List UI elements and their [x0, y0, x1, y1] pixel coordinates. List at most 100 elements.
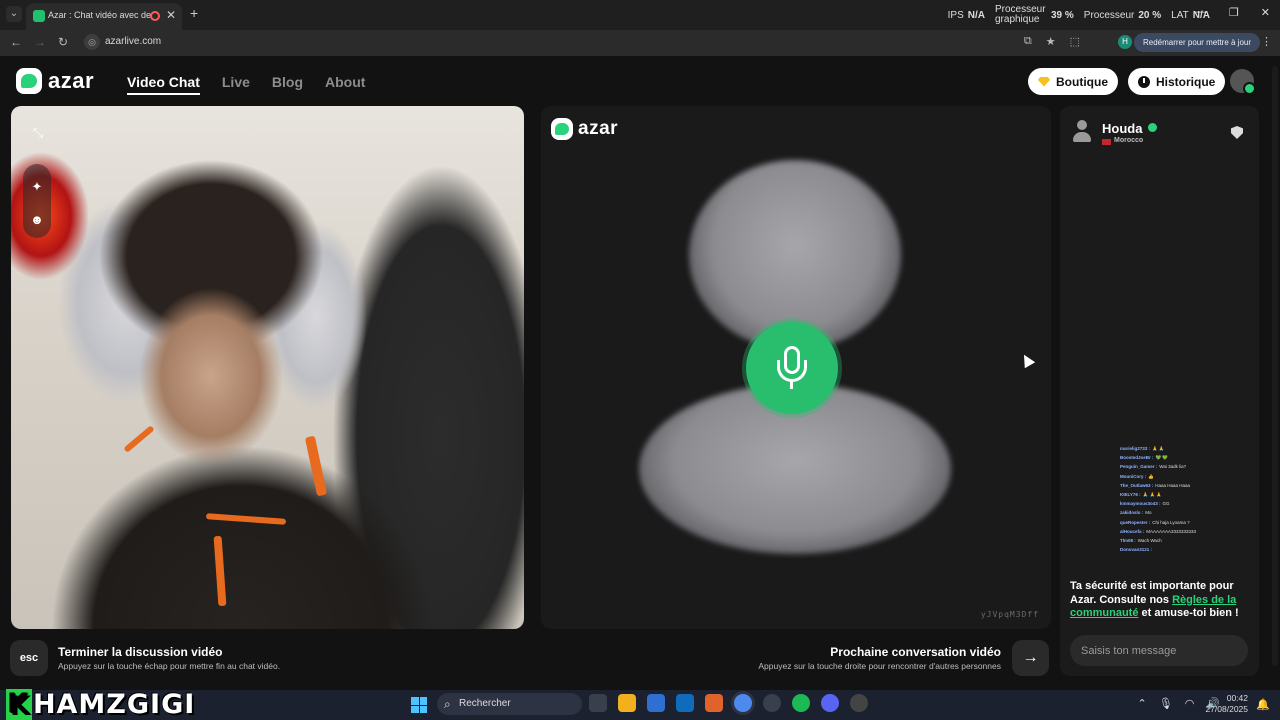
- stream-chat-line: MouniCory : 👍: [1120, 472, 1206, 481]
- stream-chat-user: zakidoslo :: [1120, 510, 1144, 516]
- morocco-flag-icon: [1102, 139, 1111, 145]
- browser-menu-icon[interactable]: ⋮: [1261, 35, 1272, 48]
- stream-chat-user: Tlm08 :: [1120, 538, 1136, 544]
- reload-icon[interactable]: ↻: [58, 35, 68, 49]
- microphone-button[interactable]: [746, 322, 838, 414]
- azar-logo[interactable]: azar: [16, 68, 94, 94]
- clock-time: 00:42: [1226, 693, 1248, 703]
- bookmark-star-icon[interactable]: ★: [1046, 35, 1056, 48]
- windows-start-icon[interactable]: [411, 697, 427, 713]
- report-shield-icon[interactable]: [1231, 126, 1243, 139]
- stream-chat-text: 👍: [1148, 473, 1154, 479]
- partner-video: azar yJVpqM3Dff: [541, 106, 1051, 629]
- new-tab-icon[interactable]: +: [190, 5, 198, 21]
- watermark-initial: K: [6, 688, 32, 720]
- obs-icon[interactable]: [763, 694, 781, 712]
- next-chat-arrow-button[interactable]: →: [1012, 640, 1049, 676]
- stream-chat-line: zakidoslo : Mo: [1120, 508, 1206, 517]
- gem-icon: [1038, 76, 1050, 87]
- extensions-icon[interactable]: ⬚: [1070, 35, 1080, 48]
- url-field[interactable]: azarlive.com: [105, 36, 161, 47]
- discord-icon[interactable]: [821, 694, 839, 712]
- partner-avatar-icon[interactable]: [1072, 120, 1092, 144]
- stream-chat-line: Penguin_Gamer : Wai 3adk lia?: [1120, 462, 1206, 471]
- browser-profile-avatar[interactable]: H: [1118, 35, 1132, 49]
- stream-chat-text: 🙏 🙏 🙏: [1142, 492, 1162, 498]
- stream-chat-line: The_Outlaw63 : Haaa Haaa Haaa: [1120, 481, 1206, 490]
- azar-logo-icon: [551, 118, 573, 140]
- wifi-icon[interactable]: ◠: [1185, 697, 1195, 710]
- stream-chat-line: queRopester : Chi haja Lyoama ?: [1120, 518, 1206, 527]
- app-a-icon[interactable]: [705, 694, 723, 712]
- browser-tab[interactable]: Azar : Chat vidéo avec de n ✕: [26, 3, 182, 30]
- restart-update-button[interactable]: Redémarrer pour mettre à jour: [1134, 33, 1260, 52]
- end-chat-title: Terminer la discussion vidéo: [58, 645, 223, 659]
- stream-chat-line: Tlm08 : Wach Wach: [1120, 536, 1206, 545]
- history-label: Historique: [1156, 74, 1216, 89]
- nav-blog[interactable]: Blog: [272, 74, 303, 95]
- stream-chat-text: Mo: [1145, 510, 1152, 516]
- browser-tab-bar: ⌄ Azar : Chat vidéo avec de n ✕ + IPS N/A…: [0, 0, 1280, 30]
- file-explorer-icon[interactable]: [618, 694, 636, 712]
- page-scrollbar[interactable]: [1272, 66, 1278, 666]
- tab-search-icon[interactable]: ⌄: [6, 6, 22, 22]
- face-filter-icon[interactable]: ☻: [26, 209, 48, 231]
- system-clock[interactable]: 00:42 27/08/2025: [1205, 693, 1248, 715]
- close-window-icon[interactable]: ✕: [1261, 6, 1270, 19]
- back-icon[interactable]: ←: [10, 35, 22, 49]
- minimize-icon[interactable]: —: [1196, 6, 1207, 19]
- stream-chat-text: Chi haja Lyoama ?: [1152, 519, 1190, 525]
- safety-text-end: et amuse-toi bien !: [1138, 607, 1239, 619]
- history-button[interactable]: Historique: [1128, 68, 1226, 95]
- self-video: ⤡ ✦ ☻: [11, 106, 524, 629]
- verified-badge-icon: [1148, 123, 1157, 132]
- stream-chat-text: Wach Wach: [1137, 538, 1162, 544]
- store-icon[interactable]: [647, 694, 665, 712]
- stream-chat-user: alHoucefa :: [1120, 528, 1145, 534]
- azar-logo-icon: [16, 68, 42, 94]
- stream-chat-text: GG: [1162, 501, 1170, 507]
- clock-date: 27/08/2025: [1205, 704, 1248, 714]
- nav-video-chat[interactable]: Video Chat: [127, 74, 200, 95]
- stream-chat-user: Donovan3121 :: [1120, 547, 1153, 553]
- steam-icon[interactable]: [850, 694, 868, 712]
- stream-chat-line: BoostedJoeBr : 💚 💚: [1120, 453, 1206, 462]
- tray-mic-icon[interactable]: 🎙: [1159, 697, 1173, 710]
- user-avatar[interactable]: [1230, 69, 1256, 95]
- sparkle-effects-icon[interactable]: ✦: [26, 176, 48, 198]
- spotify-icon[interactable]: [792, 694, 810, 712]
- microphone-icon-stem: [790, 381, 793, 389]
- stat-fps: IPS N/A: [947, 9, 985, 21]
- taskbar-search[interactable]: Rechercher: [437, 693, 582, 715]
- stream-chat-text: 🙏 🙏: [1152, 446, 1165, 451]
- partner-name[interactable]: Houda: [1102, 121, 1142, 136]
- nav-live[interactable]: Live: [222, 74, 250, 95]
- esc-end-button[interactable]: esc: [10, 640, 48, 676]
- shirt-stripe: [123, 425, 155, 453]
- shop-button[interactable]: Boutique: [1028, 68, 1118, 95]
- notification-bell-icon[interactable]: 🔔: [1256, 698, 1270, 711]
- nav-about[interactable]: About: [325, 74, 365, 95]
- tab-close-icon[interactable]: ✕: [166, 8, 176, 22]
- outlook-icon[interactable]: [676, 694, 694, 712]
- chat-panel: Houda Morocco marielig2733 : 🙏 🙏 BoostedJo…: [1060, 106, 1259, 676]
- stream-chat-line: marielig2733 : 🙏 🙏: [1120, 444, 1206, 453]
- stat-gpu: Processeur graphique 39 %: [994, 4, 1074, 25]
- cast-icon[interactable]: ⧉: [1024, 35, 1032, 48]
- tray-overflow-icon[interactable]: ⌃: [1138, 697, 1147, 710]
- stream-chat-text: Haaa Haaa Haaa: [1155, 482, 1191, 488]
- streamer-watermark: K HAMZGIGI: [6, 688, 195, 720]
- stream-chat-user: BoostedJoeBr :: [1120, 455, 1154, 461]
- collapse-video-icon[interactable]: ⤡: [27, 122, 49, 144]
- stream-chat-text: 💚 💚: [1155, 455, 1168, 461]
- chrome-icon[interactable]: [734, 694, 752, 712]
- microphone-icon-arc: [777, 360, 807, 382]
- azar-logo-text: azar: [48, 68, 95, 93]
- message-input[interactable]: [1070, 635, 1248, 666]
- site-info-icon[interactable]: ◎: [84, 34, 100, 50]
- forward-icon[interactable]: →: [34, 35, 46, 49]
- task-view-icon[interactable]: [589, 694, 607, 712]
- shop-label: Boutique: [1056, 74, 1108, 89]
- end-chat-hint: Appuyez sur la touche échap pour mettre …: [58, 661, 281, 671]
- restore-icon[interactable]: ❐: [1229, 6, 1239, 19]
